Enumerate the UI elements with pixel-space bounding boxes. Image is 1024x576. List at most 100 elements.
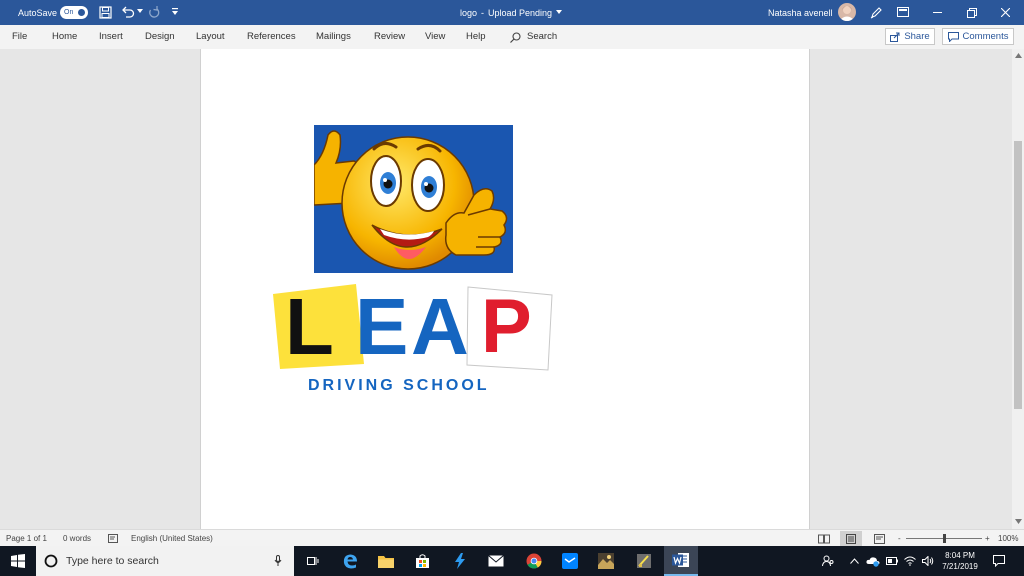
logo-letter-p: P — [481, 284, 532, 369]
tab-layout[interactable]: Layout — [196, 25, 225, 49]
customize-toolbar-icon[interactable] — [172, 8, 178, 16]
tab-help[interactable]: Help — [466, 25, 486, 49]
upload-status: Upload Pending — [488, 7, 553, 18]
notepad-button[interactable] — [630, 546, 658, 576]
web-layout-icon[interactable] — [874, 534, 885, 544]
onedrive-tray-button[interactable] — [864, 546, 882, 576]
tab-home[interactable]: Home — [52, 25, 77, 49]
close-icon[interactable] — [1001, 8, 1010, 17]
share-button[interactable]: Share — [885, 28, 935, 45]
store-button[interactable] — [408, 546, 436, 576]
document-title: logo — [460, 7, 478, 18]
restore-icon[interactable] — [967, 8, 977, 18]
word-button[interactable] — [664, 546, 698, 576]
messenger-button[interactable] — [556, 546, 584, 576]
scroll-down-icon[interactable] — [1015, 519, 1022, 524]
mail-button[interactable] — [482, 546, 510, 576]
autosave-label: AutoSave — [18, 7, 58, 18]
tab-file[interactable]: File — [12, 25, 27, 49]
windows-taskbar: Type here to search 8:04 PM 7/21/2019 — [0, 546, 1024, 576]
task-view-icon — [307, 557, 319, 565]
start-button[interactable] — [0, 546, 36, 576]
clock-date: 7/21/2019 — [942, 562, 978, 571]
language[interactable]: English (United States) — [131, 530, 213, 547]
volume-icon — [922, 556, 934, 566]
save-icon[interactable] — [99, 6, 112, 19]
chrome-icon — [526, 553, 542, 569]
user-name[interactable]: Natasha avenell — [768, 0, 833, 25]
title-separator: - — [481, 7, 485, 18]
zoom-slider[interactable] — [906, 534, 982, 543]
lightning-icon — [455, 553, 465, 569]
undo-dropdown-icon[interactable] — [137, 9, 143, 14]
print-layout-button[interactable] — [840, 531, 862, 546]
battery-icon — [886, 557, 898, 565]
document-title-group[interactable]: logo - Upload Pending — [460, 0, 563, 25]
scrollbar-thumb[interactable] — [1014, 141, 1022, 409]
windows-logo-icon — [11, 554, 25, 568]
search-icon — [510, 31, 521, 43]
people-button[interactable] — [819, 546, 837, 576]
leap-logo[interactable]: L E A P DRIVING SCHOOL — [271, 281, 556, 399]
tab-review[interactable]: Review — [374, 25, 405, 49]
scroll-up-icon[interactable] — [1015, 53, 1022, 58]
tell-me-search[interactable]: Search — [510, 25, 557, 49]
undo-icon[interactable] — [121, 6, 135, 19]
network-tray-button[interactable] — [902, 546, 918, 576]
tab-mailings[interactable]: Mailings — [316, 25, 351, 49]
logo-subtitle: DRIVING SCHOOL — [308, 377, 490, 394]
edge-button[interactable] — [336, 546, 364, 576]
zoom-level[interactable]: 100% — [998, 530, 1018, 547]
minimize-icon[interactable] — [933, 12, 942, 13]
task-view-button[interactable] — [298, 546, 326, 576]
search-label: Search — [527, 31, 558, 42]
zoom-slider-thumb[interactable] — [943, 534, 946, 543]
zoom-in-button[interactable]: + — [985, 530, 990, 547]
tab-references[interactable]: References — [247, 25, 296, 49]
word-icon — [672, 553, 689, 567]
share-icon — [890, 32, 900, 42]
edge-icon — [343, 554, 357, 569]
tab-design[interactable]: Design — [145, 25, 175, 49]
volume-tray-button[interactable] — [920, 546, 936, 576]
page-info[interactable]: Page 1 of 1 — [6, 530, 47, 547]
proofing-icon[interactable] — [108, 534, 119, 544]
microphone-icon[interactable] — [274, 555, 282, 567]
autosave-state: On — [64, 9, 74, 16]
pen-icon[interactable] — [870, 6, 883, 19]
word-count[interactable]: 0 words — [63, 530, 91, 547]
comments-button[interactable]: Comments — [942, 28, 1014, 45]
status-bar: Page 1 of 1 0 words English (United Stat… — [0, 529, 1024, 547]
taskbar-search-box[interactable]: Type here to search — [36, 546, 294, 576]
file-explorer-button[interactable] — [372, 546, 400, 576]
tab-view[interactable]: View — [425, 25, 445, 49]
chrome-button[interactable] — [520, 546, 548, 576]
show-hidden-icons-button[interactable] — [846, 546, 862, 576]
ribbon-tabs: File Home Insert Design Layout Reference… — [0, 25, 1024, 50]
zoom-out-button[interactable]: - — [898, 530, 901, 547]
avatar[interactable] — [838, 3, 856, 21]
notepad-icon — [637, 554, 651, 568]
wifi-icon — [904, 556, 916, 566]
tab-insert[interactable]: Insert — [99, 25, 123, 49]
store-icon — [415, 553, 429, 568]
share-label: Share — [904, 31, 930, 42]
document-page[interactable]: L E A P DRIVING SCHOOL — [200, 49, 810, 529]
lightning-app-button[interactable] — [446, 546, 474, 576]
redo-icon[interactable] — [147, 6, 161, 19]
emoji-thumbs-up-image[interactable] — [314, 125, 513, 273]
read-mode-icon[interactable] — [818, 534, 830, 544]
notification-icon — [993, 555, 1005, 567]
logo-letter-e: E — [355, 282, 409, 371]
messenger-icon — [562, 553, 578, 569]
mail-icon — [488, 555, 504, 567]
photo-app-button[interactable] — [592, 546, 620, 576]
vertical-scrollbar[interactable] — [1012, 49, 1024, 529]
comment-icon — [947, 31, 959, 42]
action-center-button[interactable] — [988, 546, 1010, 576]
ribbon-display-icon[interactable] — [897, 7, 909, 17]
battery-tray-button[interactable] — [884, 546, 900, 576]
title-dropdown-icon — [556, 10, 563, 14]
clock[interactable]: 8:04 PM 7/21/2019 — [938, 546, 982, 576]
autosave-toggle[interactable]: On — [60, 6, 88, 19]
